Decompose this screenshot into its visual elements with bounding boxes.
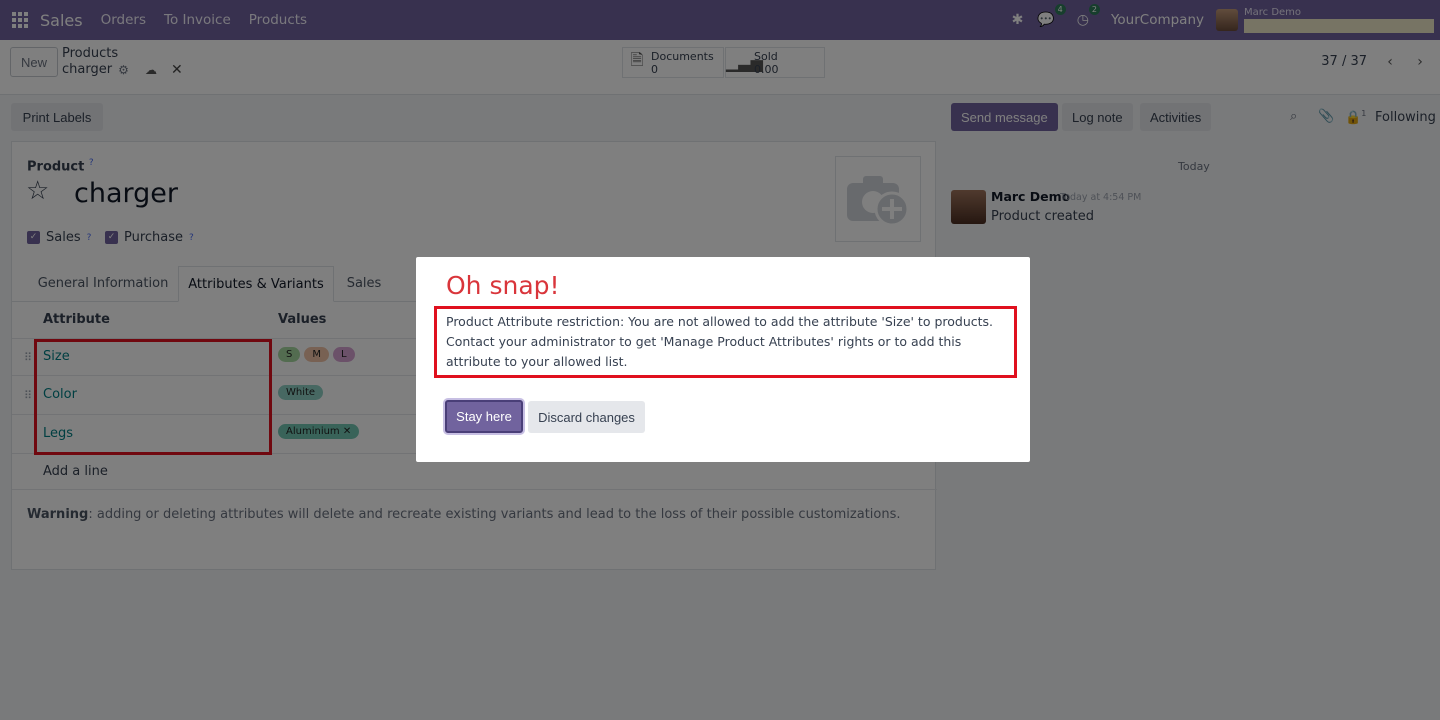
discard-changes-button[interactable]: Discard changes bbox=[528, 401, 645, 433]
highlight-box bbox=[434, 306, 1017, 378]
dialog-title: Oh snap! bbox=[446, 271, 560, 300]
error-dialog: Oh snap! Product Attribute restriction: … bbox=[416, 257, 1030, 462]
stay-here-button[interactable]: Stay here bbox=[445, 400, 523, 433]
